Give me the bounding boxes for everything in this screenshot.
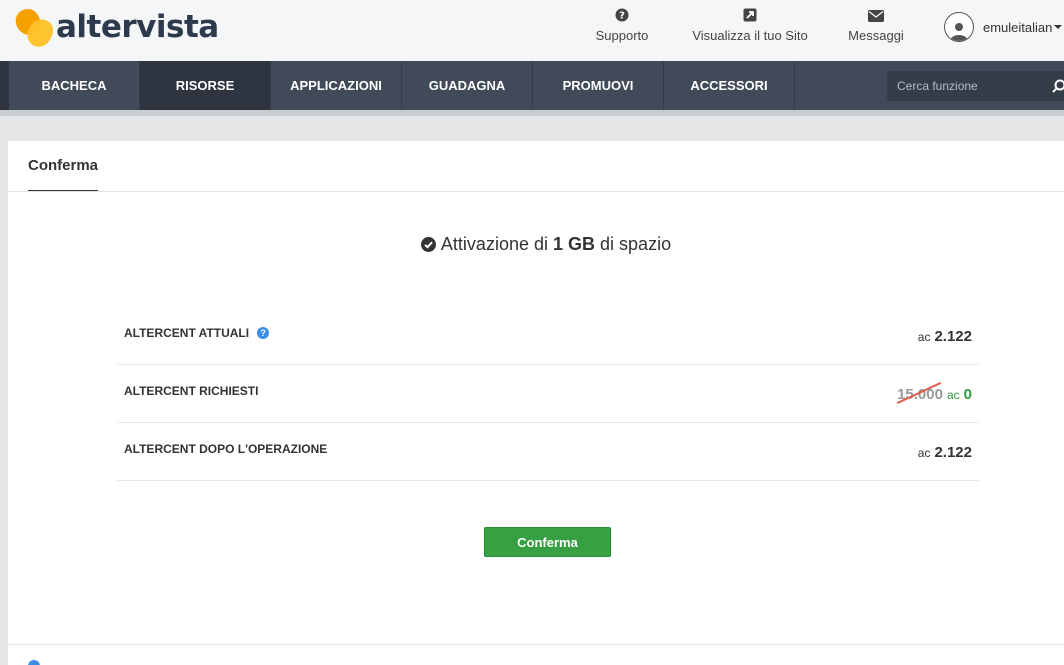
current-amount: 2.122 [934,328,972,345]
after-value: ac 2.122 [918,444,972,461]
username: emuleitalian [983,19,1053,35]
table-row-after: ALTERCENT DOPO L'OPERAZIONE ac 2.122 [117,423,979,481]
support-label: Supporto [595,28,649,43]
question-circle-icon: ? [615,8,629,22]
table-row-current: ALTERCENT ATTUALI ? ac 2.122 [117,307,979,365]
nav-item-guadagna[interactable]: GUADAGNA [402,61,533,110]
table-row-required: ALTERCENT RICHIESTI 15.000 ac 0 [117,365,979,423]
search-box [887,71,1064,101]
nav-item-bacheca[interactable]: BACHECA [9,61,140,110]
help-icon[interactable]: ? [257,327,270,339]
row-label: ALTERCENT RICHIESTI [124,384,258,398]
logo-mark-icon [12,5,57,51]
unit: ac [946,388,960,402]
view-site-link[interactable]: Visualizza il tuo Sito [688,8,812,43]
required-value: 15.000 ac 0 [896,381,972,405]
view-site-label: Visualizza il tuo Sito [692,28,808,43]
after-amount: 2.122 [934,444,972,461]
bottom-divider [8,644,1064,645]
messages-link[interactable]: Messaggi [844,8,908,43]
nav-item-risorse[interactable]: RISORSE [140,61,271,110]
row-label: ALTERCENT DOPO L'OPERAZIONE [124,442,327,456]
caret-down-icon [1054,25,1063,29]
sub-bar [0,110,1064,116]
required-amount: 0 [963,386,972,403]
tab-conferma[interactable]: Conferma [28,141,99,192]
external-link-icon [743,8,757,22]
unit: ac [917,330,931,344]
nav-edge [0,61,9,110]
logo-text: altervista [56,9,219,45]
page-title: Attivazione di 1 GB di spazio [8,234,1064,255]
messages-label: Messaggi [848,28,904,43]
support-link[interactable]: ? Supporto [590,8,654,43]
unit: ac [917,446,931,460]
info-icon [28,660,40,665]
nav-item-promuovi[interactable]: PROMUOVI [533,61,664,110]
old-price: 15.000 [896,381,943,405]
user-icon [950,23,968,41]
altercent-table: ALTERCENT ATTUALI ? ac 2.122 ALTERCENT R… [117,307,979,481]
top-header: altervista ? Supporto Visualizza il tuo … [0,0,1064,61]
nav-item-accessori[interactable]: ACCESSORI [664,61,795,110]
search-input[interactable] [887,71,1047,101]
svg-text:?: ? [619,11,625,22]
user-menu[interactable]: emuleitalian [944,12,1063,42]
title-amount: 1 GB [553,234,596,254]
search-icon[interactable] [1050,79,1064,93]
envelope-icon [868,10,884,22]
title-suffix: di spazio [600,234,672,254]
avatar [944,12,974,42]
row-label: ALTERCENT ATTUALI ? [124,326,270,340]
required-label: ALTERCENT RICHIESTI [124,384,259,398]
confirm-button[interactable]: Conferma [484,527,611,557]
check-circle-icon [420,237,436,252]
current-label: ALTERCENT ATTUALI [124,326,250,340]
nav-item-applicazioni[interactable]: APPLICAZIONI [271,61,402,110]
current-value: ac 2.122 [918,328,972,345]
tab-divider [8,191,1064,192]
after-label: ALTERCENT DOPO L'OPERAZIONE [124,442,328,456]
title-prefix: Attivazione di [440,234,548,254]
altervista-logo[interactable]: altervista [12,5,219,51]
confirm-card: Conferma Attivazione di 1 GB di spazio A… [8,141,1064,665]
